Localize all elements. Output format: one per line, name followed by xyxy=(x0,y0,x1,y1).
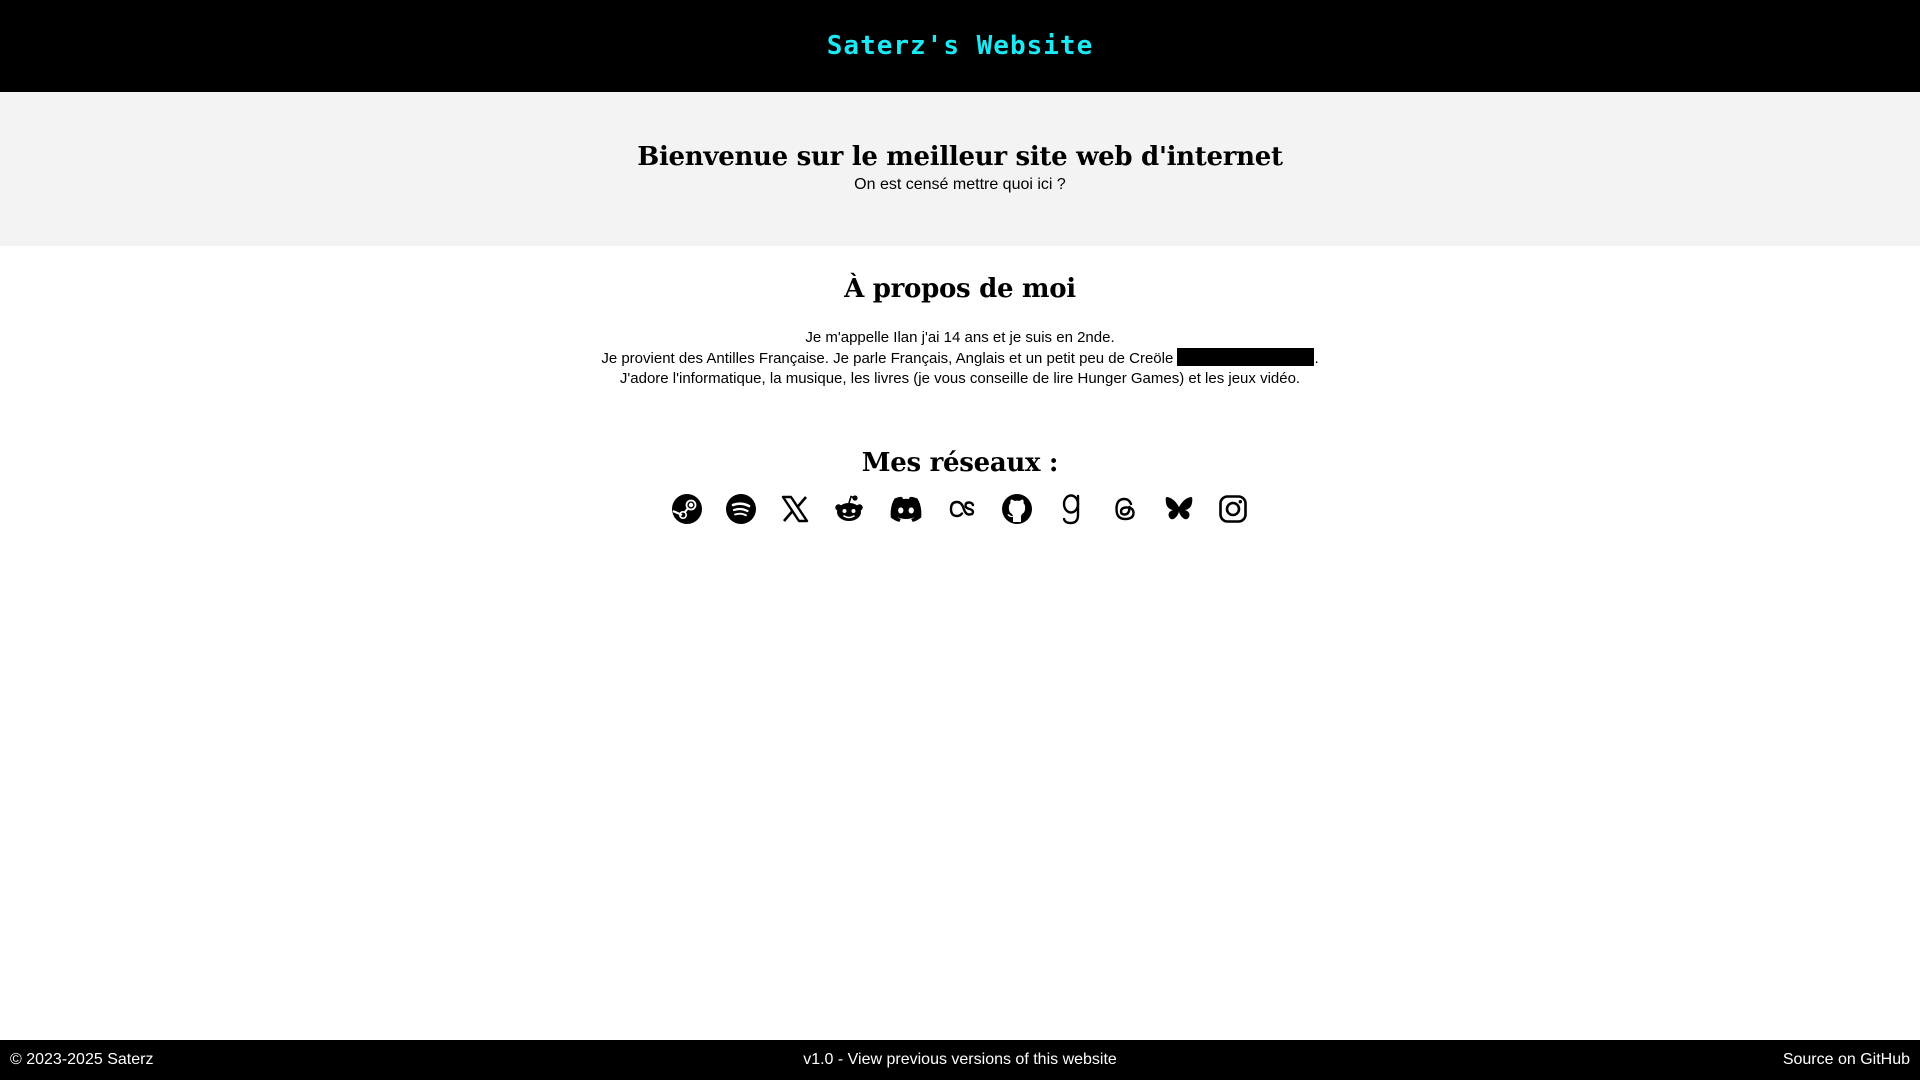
top-bar: Saterz's Website xyxy=(0,0,1920,92)
x-icon[interactable] xyxy=(778,492,812,526)
about-section: À propos de moi Je m'appelle Ilan j'ai 1… xyxy=(0,274,1920,389)
threads-icon[interactable] xyxy=(1108,492,1142,526)
social-title: Mes réseaux : xyxy=(861,448,1059,478)
reddit-icon[interactable] xyxy=(832,492,866,526)
goodreads-icon[interactable] xyxy=(1054,492,1088,526)
previous-versions-link[interactable]: v1.0 - View previous versions of this we… xyxy=(803,1051,1117,1068)
redacted-block xyxy=(1177,348,1315,366)
social-icons xyxy=(0,492,1920,526)
footer: © 2023-2025 Saterz v1.0 - View previous … xyxy=(0,1040,1920,1080)
bio-line-3: J'adore l'informatique, la musique, les … xyxy=(619,370,1301,387)
bio-line-1: Je m'appelle Ilan j'ai 14 ans et je suis… xyxy=(805,329,1115,346)
site-title: Saterz's Website xyxy=(826,31,1094,61)
hero-section: Bienvenue sur le meilleur site web d'int… xyxy=(0,92,1920,246)
hero-subtitle: On est censé mettre quoi ici ? xyxy=(854,176,1066,193)
bio-line-2-text: Je provient des Antilles Française. Je p… xyxy=(601,350,1178,367)
source-link[interactable]: Source on GitHub xyxy=(1783,1051,1910,1069)
bio-line-2: Je provient des Antilles Française. Je p… xyxy=(0,348,1920,369)
bluesky-icon[interactable] xyxy=(1162,492,1196,526)
bio-line-2-end: . xyxy=(1314,350,1319,367)
footer-center: v1.0 - View previous versions of this we… xyxy=(0,1051,1920,1069)
lastfm-icon[interactable] xyxy=(946,492,980,526)
steam-icon[interactable] xyxy=(670,492,704,526)
social-section: Mes réseaux : xyxy=(0,448,1920,526)
spotify-icon[interactable] xyxy=(724,492,758,526)
instagram-icon[interactable] xyxy=(1216,492,1250,526)
github-icon[interactable] xyxy=(1000,492,1034,526)
discord-icon[interactable] xyxy=(886,492,926,526)
about-bio: Je m'appelle Ilan j'ai 14 ans et je suis… xyxy=(0,328,1920,389)
footer-copyright: © 2023-2025 Saterz xyxy=(10,1051,154,1068)
hero-title: Bienvenue sur le meilleur site web d'int… xyxy=(637,142,1283,172)
about-title: À propos de moi xyxy=(844,274,1076,304)
